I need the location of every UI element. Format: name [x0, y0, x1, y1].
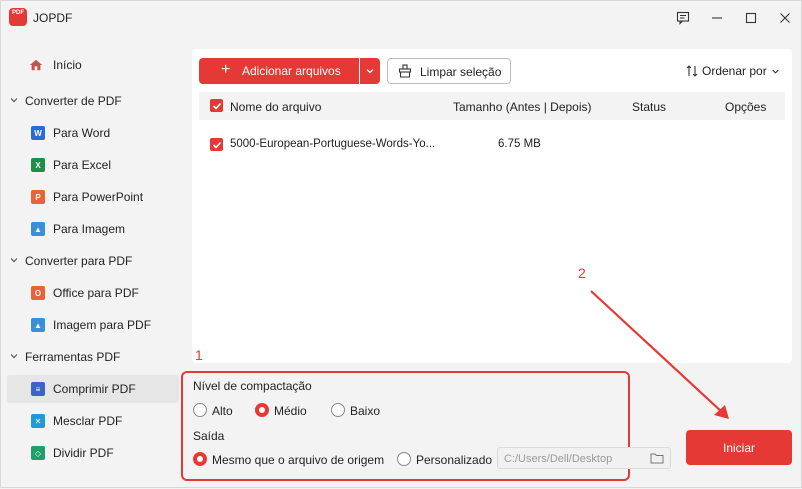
table-header: Nome do arquivo Tamanho (Antes | Depois)…: [199, 92, 785, 120]
file-name: 5000-European-Portuguese-Words-Yo...: [230, 138, 436, 150]
radio-level-high[interactable]: [193, 403, 207, 417]
sidebar-item-label: Mesclar PDF: [53, 414, 123, 428]
sort-button[interactable]: Ordenar por: [686, 64, 780, 78]
sidebar-item-label: Para Word: [53, 126, 111, 140]
radio-output-custom[interactable]: [397, 452, 411, 466]
add-files-label: Adicionar arquivos: [242, 64, 341, 78]
sidebar-section-label: Converter de PDF: [25, 94, 122, 108]
sidebar-item-label: Para Excel: [53, 158, 112, 172]
radio-output-same[interactable]: [193, 452, 207, 466]
chevron-down-icon: [10, 98, 18, 103]
sidebar-item-office-to-pdf[interactable]: O Office para PDF: [1, 279, 185, 307]
file-size: 6.75 MB: [498, 138, 541, 150]
sort-label: Ordenar por: [702, 64, 767, 78]
row-checkbox[interactable]: [210, 138, 223, 151]
sidebar-section-label: Converter para PDF: [25, 254, 133, 268]
minimize-icon[interactable]: [703, 7, 731, 29]
radio-level-medium[interactable]: [255, 403, 269, 417]
compress-icon: ≡: [31, 382, 45, 396]
file-panel: + Adicionar arquivos Limpar seleção Orde…: [192, 49, 792, 363]
sidebar-item-to-word[interactable]: W Para Word: [1, 119, 185, 147]
merge-icon: ✕: [31, 414, 45, 428]
app-logo: PDF: [9, 8, 27, 26]
clear-selection-button[interactable]: Limpar seleção: [387, 58, 511, 84]
sidebar-section-pdf-tools[interactable]: Ferramentas PDF: [1, 343, 185, 371]
app-title: JOPDF: [33, 11, 73, 25]
sidebar-item-label: Dividir PDF: [53, 446, 114, 460]
folder-icon[interactable]: [650, 452, 664, 464]
annotation-1: 1: [195, 347, 203, 363]
select-all-checkbox[interactable]: [210, 99, 223, 112]
radio-level-high-label[interactable]: Alto: [212, 404, 233, 418]
app-logo-text: PDF: [12, 10, 24, 16]
app-window: PDF JOPDF Início Converter de PDF W Para…: [0, 0, 802, 488]
annotation-2: 2: [578, 265, 586, 281]
sidebar-section-label: Ferramentas PDF: [25, 350, 121, 364]
radio-level-low-label[interactable]: Baixo: [350, 404, 380, 418]
check-icon: [212, 141, 221, 149]
start-button-label: Iniciar: [722, 440, 755, 455]
column-header-status[interactable]: Status: [632, 100, 666, 114]
title-bar: PDF JOPDF: [1, 1, 802, 35]
radio-level-medium-label[interactable]: Médio: [274, 404, 307, 418]
radio-output-custom-label[interactable]: Personalizado: [416, 453, 492, 467]
start-button[interactable]: Iniciar: [686, 430, 792, 465]
word-icon: W: [31, 126, 45, 140]
column-header-size[interactable]: Tamanho (Antes | Depois): [453, 100, 592, 114]
chevron-down-icon: [366, 69, 374, 74]
sidebar-item-label: Office para PDF: [53, 286, 139, 300]
image-icon: ▲: [31, 222, 45, 236]
clear-selection-label: Limpar seleção: [420, 65, 502, 79]
sidebar-item-label: Início: [53, 58, 82, 72]
compression-level-title: Nível de compactação: [193, 379, 312, 393]
sidebar-section-convert-to-pdf[interactable]: Converter para PDF: [1, 247, 185, 275]
table-row[interactable]: 5000-European-Portuguese-Words-Yo... 6.7…: [199, 131, 785, 157]
plus-icon: +: [221, 61, 231, 78]
sidebar-item-label: Para Imagem: [53, 222, 126, 236]
add-files-dropdown[interactable]: [360, 58, 380, 84]
chevron-down-icon: [772, 69, 779, 74]
compression-options: Nível de compactação Alto Médio Baixo Sa…: [181, 371, 671, 481]
sidebar-item-split-pdf[interactable]: ◇ Dividir PDF: [1, 439, 185, 467]
add-files-button[interactable]: + Adicionar arquivos: [199, 58, 359, 84]
chevron-down-icon: [10, 354, 18, 359]
sidebar-item-to-powerpoint[interactable]: P Para PowerPoint: [1, 183, 185, 211]
maximize-icon[interactable]: [737, 7, 765, 29]
check-icon: [212, 102, 221, 110]
sidebar-item-label: Imagem para PDF: [53, 318, 152, 332]
sidebar-item-merge-pdf[interactable]: ✕ Mesclar PDF: [1, 407, 185, 435]
chevron-down-icon: [10, 258, 18, 263]
radio-level-low[interactable]: [331, 403, 345, 417]
feedback-icon[interactable]: [669, 7, 697, 29]
powerpoint-icon: P: [31, 190, 45, 204]
sidebar-item-label: Comprimir PDF: [53, 382, 136, 396]
close-icon[interactable]: [771, 7, 799, 29]
sidebar-section-convert-from-pdf[interactable]: Converter de PDF: [1, 87, 185, 115]
sidebar-item-to-image[interactable]: ▲ Para Imagem: [1, 215, 185, 243]
sidebar-item-label: Para PowerPoint: [53, 190, 144, 204]
image-to-pdf-icon: ▲: [31, 318, 45, 332]
output-title: Saída: [193, 429, 225, 443]
sort-icon: [686, 65, 698, 77]
output-path-text: C:/Users/Dell/Desktop: [504, 453, 613, 465]
radio-output-same-label[interactable]: Mesmo que o arquivo de origem: [212, 453, 384, 467]
sidebar-item-home[interactable]: Início: [1, 51, 185, 79]
sidebar-item-image-to-pdf[interactable]: ▲ Imagem para PDF: [1, 311, 185, 339]
broom-icon: [398, 64, 412, 78]
office-icon: O: [31, 286, 45, 300]
home-icon: [29, 58, 43, 72]
column-header-options[interactable]: Opções: [725, 100, 766, 114]
sidebar-item-compress-pdf[interactable]: ≡ Comprimir PDF: [7, 375, 179, 403]
column-header-name[interactable]: Nome do arquivo: [230, 100, 321, 114]
excel-icon: X: [31, 158, 45, 172]
split-icon: ◇: [31, 446, 45, 460]
sidebar-item-to-excel[interactable]: X Para Excel: [1, 151, 185, 179]
output-path-field[interactable]: C:/Users/Dell/Desktop: [497, 447, 671, 469]
